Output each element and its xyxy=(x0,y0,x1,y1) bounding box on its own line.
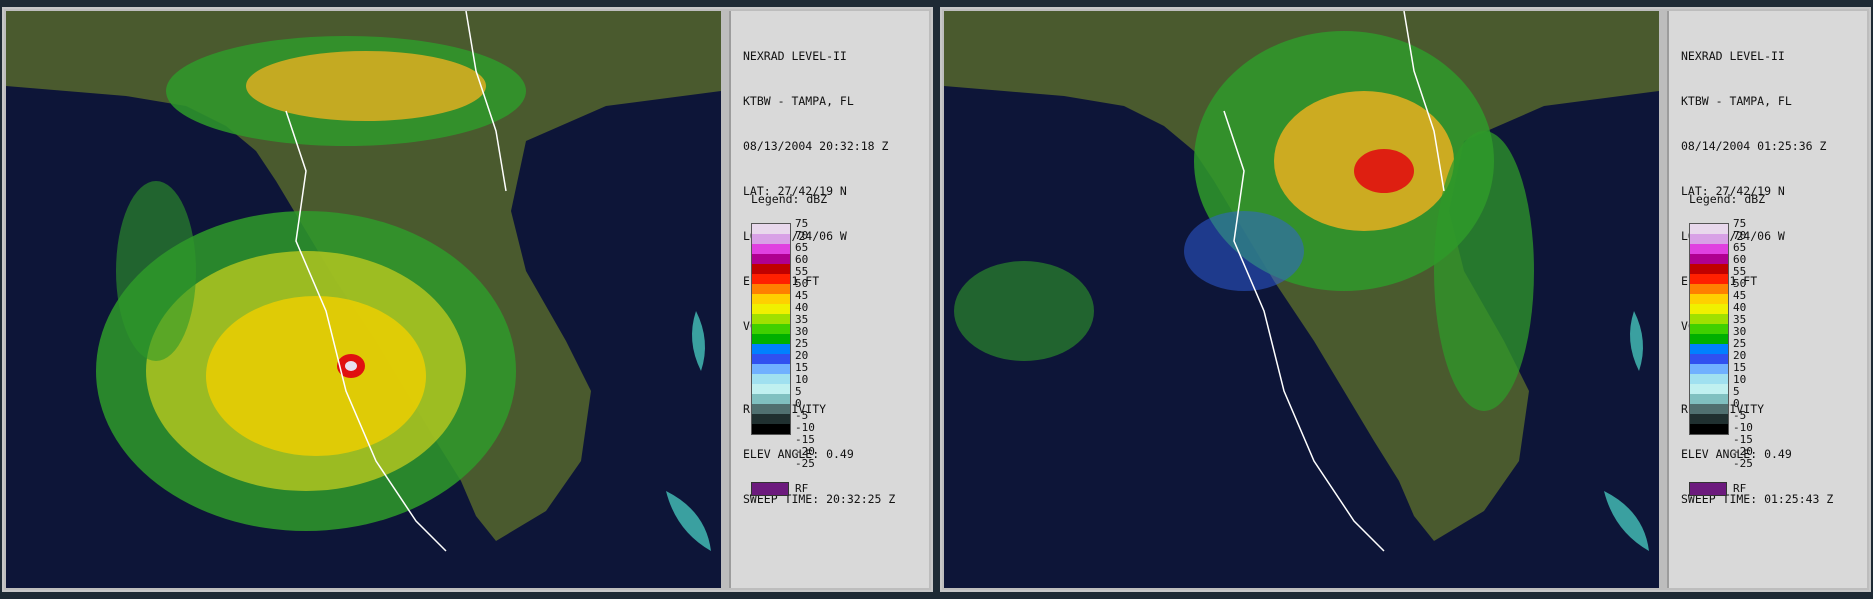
scale-swatch xyxy=(1690,244,1728,254)
scale-swatch xyxy=(1690,374,1728,384)
scale-swatch xyxy=(1690,254,1728,264)
datetime-label: 08/13/2004 20:32:18 Z xyxy=(743,139,889,153)
info-panel-left: NEXRAD LEVEL-II KTBW - TAMPA, FL 08/13/2… xyxy=(729,11,929,588)
radar-panel-left: NEXRAD LEVEL-II KTBW - TAMPA, FL 08/13/2… xyxy=(2,7,933,592)
scale-swatch xyxy=(752,344,790,354)
scale-swatch xyxy=(752,324,790,334)
scale-swatch xyxy=(1690,234,1728,244)
scale-swatch xyxy=(1690,304,1728,314)
scale-swatch xyxy=(752,364,790,374)
rf-label: RF xyxy=(1733,482,1747,495)
scale-swatch xyxy=(752,274,790,284)
radar-map-left xyxy=(6,11,721,588)
radar-panel-right: NEXRAD LEVEL-II KTBW - TAMPA, FL 08/14/2… xyxy=(940,7,1871,592)
scale-swatch xyxy=(1690,324,1728,334)
scale-swatch xyxy=(752,354,790,364)
rf-swatch xyxy=(1689,482,1727,496)
scale-swatch xyxy=(752,244,790,254)
scale-swatch xyxy=(1690,314,1728,324)
scale-swatch xyxy=(752,334,790,344)
scale-swatch xyxy=(752,394,790,404)
radar-map-right xyxy=(944,11,1659,588)
scale-tick-label: -25 xyxy=(1733,457,1753,470)
product-label: NEXRAD LEVEL-II xyxy=(743,49,847,63)
scale-swatch xyxy=(752,234,790,244)
datetime-label: 08/14/2004 01:25:36 Z xyxy=(1681,139,1827,153)
scale-swatch xyxy=(1690,264,1728,274)
scale-tick-label: -25 xyxy=(795,457,815,470)
scale-swatch xyxy=(752,374,790,384)
scale-swatch xyxy=(752,384,790,394)
scale-swatch xyxy=(1690,364,1728,374)
scale-swatch xyxy=(1690,354,1728,364)
scale-swatch xyxy=(752,264,790,274)
scale-swatch xyxy=(1690,224,1728,234)
scale-swatch xyxy=(1690,274,1728,284)
rf-label: RF xyxy=(795,482,809,495)
station-label: KTBW - TAMPA, FL xyxy=(1681,94,1792,108)
scale-swatch xyxy=(1690,344,1728,354)
scale-swatch xyxy=(752,224,790,234)
scale-swatch xyxy=(752,284,790,294)
color-scale xyxy=(1689,223,1729,435)
scale-swatch xyxy=(752,304,790,314)
radar-image-right xyxy=(944,11,1659,588)
scale-ticks: 75 70 65 60 55 50 45 40 35 30 25 20 15 10 5 0 -5 -10 -15 -2… xyxy=(1733,218,1753,470)
scale-swatch xyxy=(1690,414,1728,424)
station-label: KTBW - TAMPA, FL xyxy=(743,94,854,108)
legend-title: Legend: dBZ xyxy=(1689,192,1766,206)
elev-angle-label: ELEV ANGLE: 0.49 xyxy=(1681,447,1792,461)
scale-swatch xyxy=(1690,404,1728,414)
elev-angle-label: ELEV ANGLE: 0.49 xyxy=(743,447,854,461)
scale-swatch xyxy=(752,314,790,324)
scale-swatch xyxy=(1690,284,1728,294)
scale-swatch xyxy=(752,404,790,414)
product-label: NEXRAD LEVEL-II xyxy=(1681,49,1785,63)
scale-swatch xyxy=(1690,334,1728,344)
info-panel-right: NEXRAD LEVEL-II KTBW - TAMPA, FL 08/14/2… xyxy=(1667,11,1867,588)
scale-swatch xyxy=(1690,394,1728,404)
scale-swatch xyxy=(1690,424,1728,434)
scale-swatch xyxy=(752,254,790,264)
scale-swatch xyxy=(1690,384,1728,394)
color-scale xyxy=(751,223,791,435)
rf-swatch xyxy=(751,482,789,496)
scale-swatch xyxy=(1690,294,1728,304)
scale-swatch xyxy=(752,414,790,424)
radar-image-left xyxy=(6,11,721,588)
scale-ticks: 75 70 65 60 55 50 45 40 35 30 25 20 15 10 5 0 -5 -10 -15 -2… xyxy=(795,218,815,470)
scale-swatch xyxy=(752,294,790,304)
scale-swatch xyxy=(752,424,790,434)
legend-title: Legend: dBZ xyxy=(751,192,828,206)
